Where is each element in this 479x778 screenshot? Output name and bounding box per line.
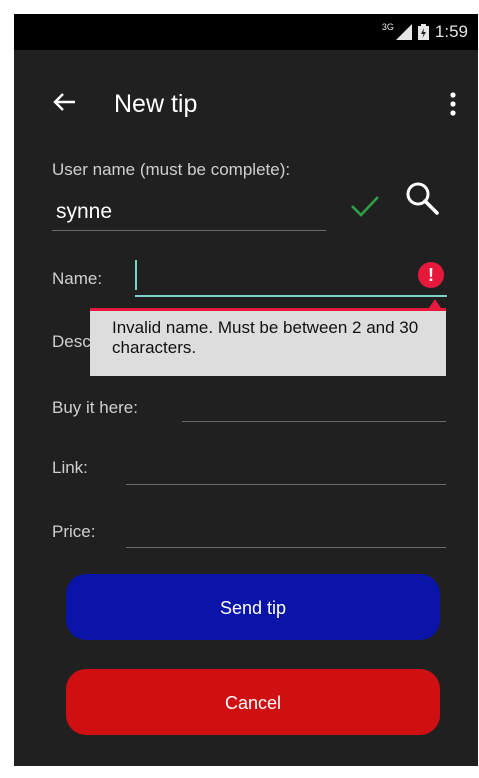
username-label: User name (must be complete): (52, 160, 291, 179)
app-bar: New tip (14, 50, 478, 128)
status-icons: 3G 1:59 (382, 22, 468, 42)
network-type: 3G (381, 22, 394, 32)
battery-icon (417, 24, 429, 40)
price-label: Price: (52, 522, 96, 541)
page-title: New tip (114, 90, 198, 118)
search-icon[interactable] (404, 180, 440, 216)
error-icon[interactable]: ! (418, 262, 444, 288)
error-popup-pointer (429, 299, 441, 308)
phone-screen: 3G 1:59 New tip User name (must be compl… (14, 14, 478, 766)
check-icon (351, 196, 379, 217)
error-message: Invalid name. Must be between 2 and 30 c… (112, 318, 419, 357)
name-underline (135, 295, 447, 297)
error-popup: Invalid name. Must be between 2 and 30 c… (90, 308, 446, 376)
link-input[interactable] (126, 484, 446, 485)
cancel-button[interactable]: Cancel (66, 669, 440, 735)
username-underline (52, 230, 326, 231)
status-time: 1:59 (434, 22, 468, 41)
more-vert-icon[interactable] (450, 92, 456, 116)
price-input[interactable] (126, 547, 446, 548)
name-label: Name: (52, 269, 103, 288)
status-bar: 3G 1:59 (14, 14, 478, 50)
send-tip-button[interactable]: Send tip (66, 574, 440, 640)
link-label: Link: (52, 458, 88, 477)
arrow-left-icon[interactable] (52, 92, 76, 112)
buy-it-here-label: Buy it here: (52, 398, 138, 417)
signal-icon (395, 24, 412, 40)
username-input[interactable]: synne (56, 200, 112, 224)
buy-it-here-input[interactable] (182, 421, 446, 422)
text-cursor (135, 260, 137, 290)
